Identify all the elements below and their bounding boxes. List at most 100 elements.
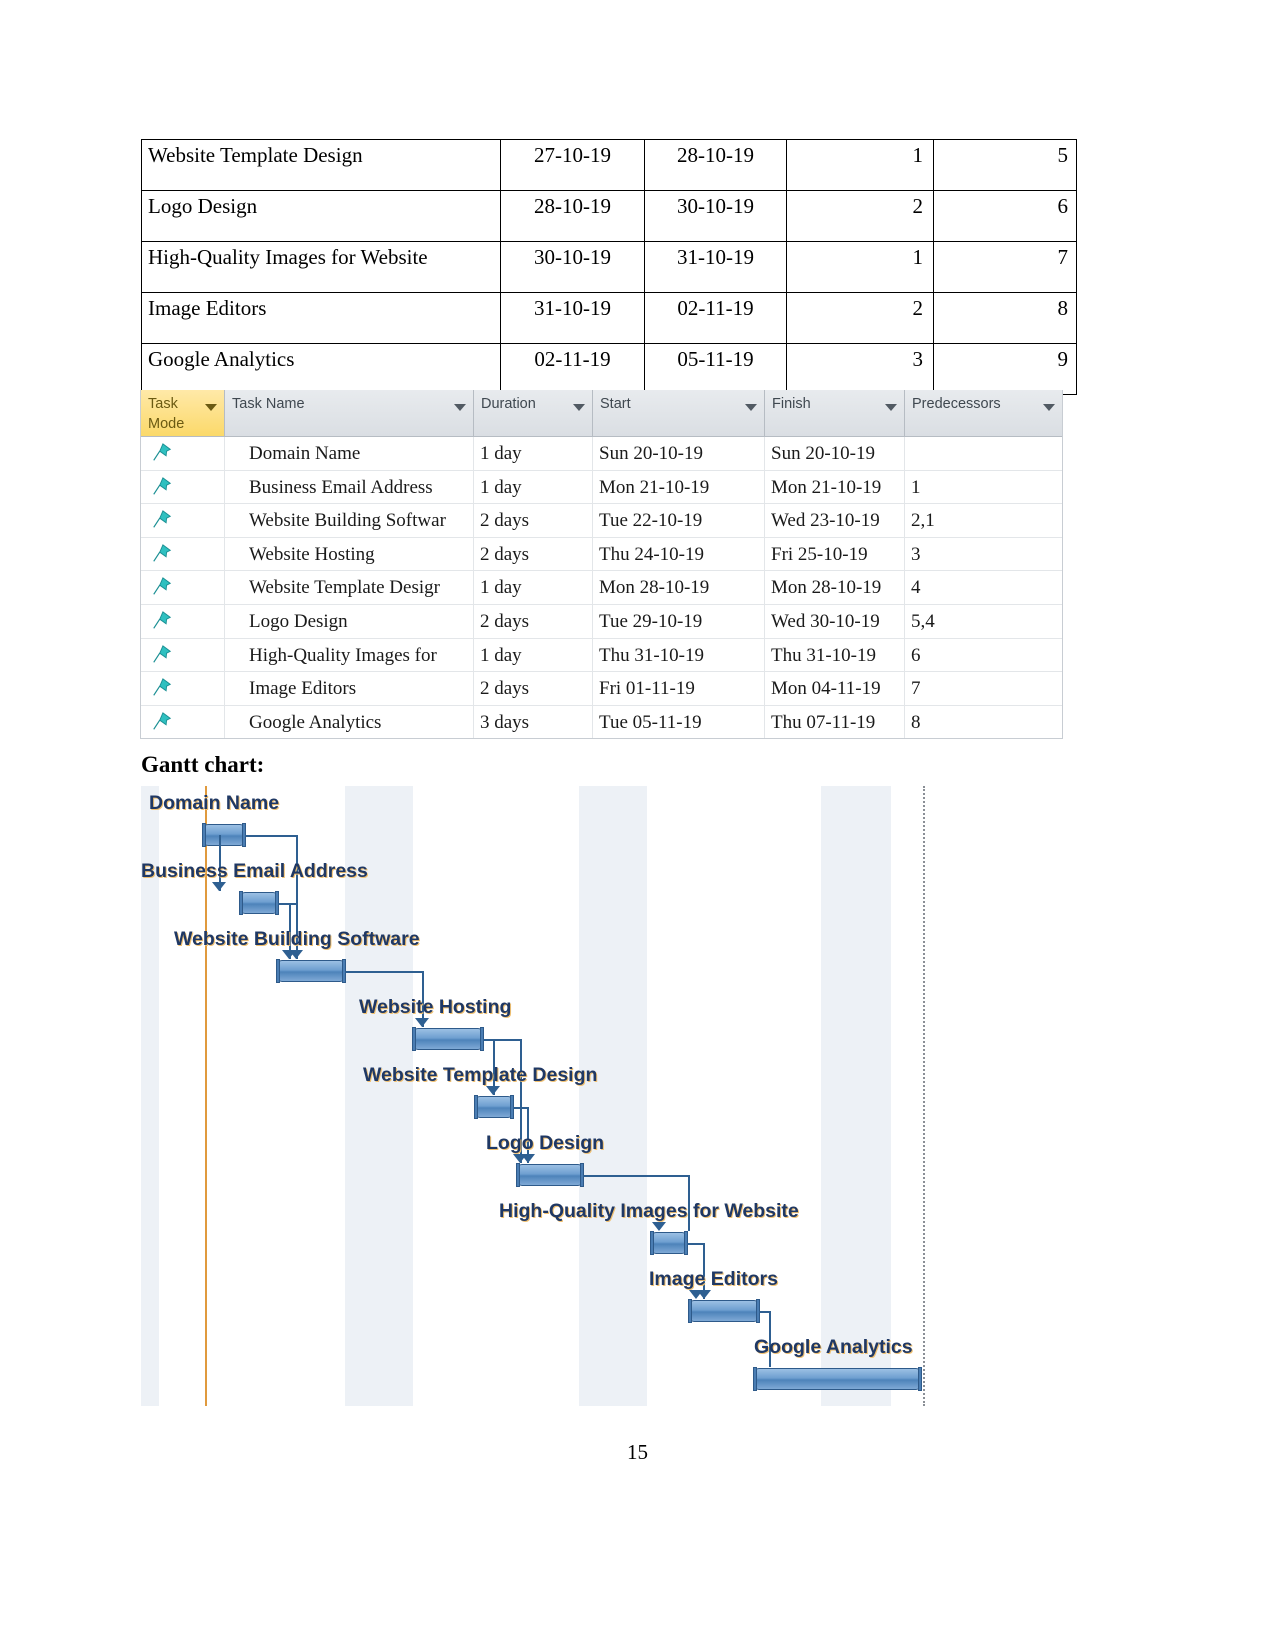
cell-task-name: Website Template Design [141, 139, 501, 191]
cell-duration: 2 days [474, 672, 593, 705]
gantt-link [483, 1039, 521, 1041]
grid-row[interactable]: High-Quality Images for 1 day Thu 31-10-… [141, 638, 1062, 673]
cell-predecessors: 6 [911, 644, 921, 666]
grid-row[interactable]: Domain Name 1 day Sun 20-10-19 Sun 20-10… [141, 437, 1062, 471]
gantt-link-arrow [652, 1222, 666, 1231]
gantt-link-arrow [415, 1018, 429, 1027]
pin-icon [153, 476, 172, 495]
cell-predecessors: 1 [911, 476, 921, 498]
task-mode-cell[interactable] [141, 604, 225, 638]
grid-row[interactable]: Logo Design 2 days Tue 29-10-19 Wed 30-1… [141, 604, 1062, 639]
column-header-predecessors-label: Predecessors [912, 396, 1001, 412]
gantt-link [278, 903, 296, 905]
gantt-bar[interactable] [474, 1095, 514, 1119]
chevron-down-icon[interactable] [745, 404, 757, 411]
grid-row[interactable]: Business Email Address 1 day Mon 21-10-1… [141, 470, 1062, 505]
cell-id: 5 [933, 139, 1077, 191]
cell-start: 30-10-19 [500, 241, 645, 293]
cell-predecessors: 4 [911, 577, 921, 599]
cell-start: 02-11-19 [500, 343, 645, 395]
cell-finish: 28-10-19 [644, 139, 787, 191]
chevron-down-icon[interactable] [1043, 404, 1055, 411]
ms-project-grid: Task Mode Task Name Duration Start Finis… [140, 390, 1063, 740]
cell-start: Fri 01-11-19 [593, 672, 765, 705]
cell-task-name: Google Analytics [141, 343, 501, 395]
column-header-finish[interactable]: Finish [765, 390, 905, 436]
grid-row[interactable]: Google Analytics 3 days Tue 05-11-19 Thu… [141, 705, 1062, 739]
gantt-bar[interactable] [276, 959, 346, 983]
column-header-task-name[interactable]: Task Name [225, 390, 474, 436]
task-mode-cell[interactable] [141, 638, 225, 672]
gantt-bar[interactable] [650, 1231, 688, 1255]
cell-task-name: Logo Design [225, 604, 474, 638]
column-header-task-mode[interactable]: Task Mode [141, 390, 225, 436]
table-row: Image Editors 31-10-19 02-11-19 2 8 [141, 292, 1077, 344]
task-mode-cell[interactable] [141, 571, 225, 604]
chevron-down-icon[interactable] [454, 404, 466, 411]
cell-finish: Mon 28-10-19 [765, 571, 905, 604]
cell-start: Tue 22-10-19 [593, 504, 765, 537]
grid-header-row: Task Mode Task Name Duration Start Finis… [141, 390, 1062, 437]
cell-id: 7 [933, 241, 1077, 293]
grid-row[interactable]: Website Building Softwar 2 days Tue 22-1… [141, 504, 1062, 538]
grid-row[interactable]: Website Hosting 2 days Thu 24-10-19 Fri … [141, 537, 1062, 572]
cell-predecessors: 3 [911, 543, 921, 565]
gantt-link-arrow [486, 1086, 500, 1095]
table-row: Google Analytics 02-11-19 05-11-19 3 9 [141, 343, 1077, 395]
column-header-finish-label: Finish [772, 396, 811, 412]
task-mode-cell[interactable] [141, 672, 225, 705]
column-header-start-label: Start [600, 396, 631, 412]
task-mode-cell[interactable] [141, 504, 225, 537]
cell-task-name: High-Quality Images for Website [141, 241, 501, 293]
task-mode-cell[interactable] [141, 705, 225, 739]
cell-duration: 2 [786, 292, 934, 344]
gantt-bar[interactable] [753, 1367, 922, 1391]
pin-icon [153, 711, 172, 730]
column-header-predecessors[interactable]: Predecessors [905, 390, 1062, 436]
grid-row[interactable]: Website Template Desigr 1 day Mon 28-10-… [141, 571, 1062, 605]
cell-finish: Mon 04-11-19 [765, 672, 905, 705]
gantt-bar-label: Logo Design [486, 1132, 605, 1154]
cell-task-name: Image Editors [225, 672, 474, 705]
cell-finish: 02-11-19 [644, 292, 787, 344]
column-header-duration[interactable]: Duration [474, 390, 593, 436]
weekend-band [579, 786, 647, 1406]
cell-start: Mon 21-10-19 [593, 470, 765, 504]
pin-icon [153, 577, 172, 596]
gantt-link-arrow [212, 882, 226, 891]
gantt-bar[interactable] [202, 823, 246, 847]
cell-finish: 05-11-19 [644, 343, 787, 395]
cell-finish: Wed 23-10-19 [765, 504, 905, 537]
gantt-bar[interactable] [239, 891, 279, 915]
gantt-chart: Domain Name Business Email Address Websi… [141, 786, 941, 1406]
pin-icon [153, 510, 172, 528]
cell-predecessors: 8 [911, 711, 921, 733]
pin-icon [153, 644, 172, 663]
task-mode-cell[interactable] [141, 537, 225, 571]
cell-duration: 1 day [474, 470, 593, 504]
task-mode-cell[interactable] [141, 437, 225, 470]
cell-task-name: Website Template Desigr [225, 571, 474, 604]
gantt-bar[interactable] [516, 1163, 584, 1187]
task-mode-cell[interactable] [141, 470, 225, 504]
gantt-bar[interactable] [688, 1299, 760, 1323]
cell-start: Sun 20-10-19 [593, 437, 765, 470]
gantt-bar-label: High-Quality Images for Website [499, 1200, 799, 1222]
cell-predecessors: 7 [911, 678, 921, 700]
gantt-link [245, 835, 297, 837]
gantt-bar[interactable] [412, 1027, 484, 1051]
weekend-band [821, 786, 891, 1406]
chevron-down-icon[interactable] [205, 404, 217, 411]
cell-finish: 31-10-19 [644, 241, 787, 293]
column-header-task-mode-line2: Mode [148, 415, 185, 432]
cell-task-name: Logo Design [141, 190, 501, 242]
cell-id: 9 [933, 343, 1077, 395]
chevron-down-icon[interactable] [573, 404, 585, 411]
column-header-start[interactable]: Start [593, 390, 765, 436]
cell-duration: 1 [786, 241, 934, 293]
grid-row[interactable]: Image Editors 2 days Fri 01-11-19 Mon 04… [141, 672, 1062, 706]
gantt-bar-label: Website Template Design [363, 1064, 598, 1086]
cell-finish: Mon 21-10-19 [765, 470, 905, 504]
chevron-down-icon[interactable] [885, 404, 897, 411]
cell-task-name: Image Editors [141, 292, 501, 344]
